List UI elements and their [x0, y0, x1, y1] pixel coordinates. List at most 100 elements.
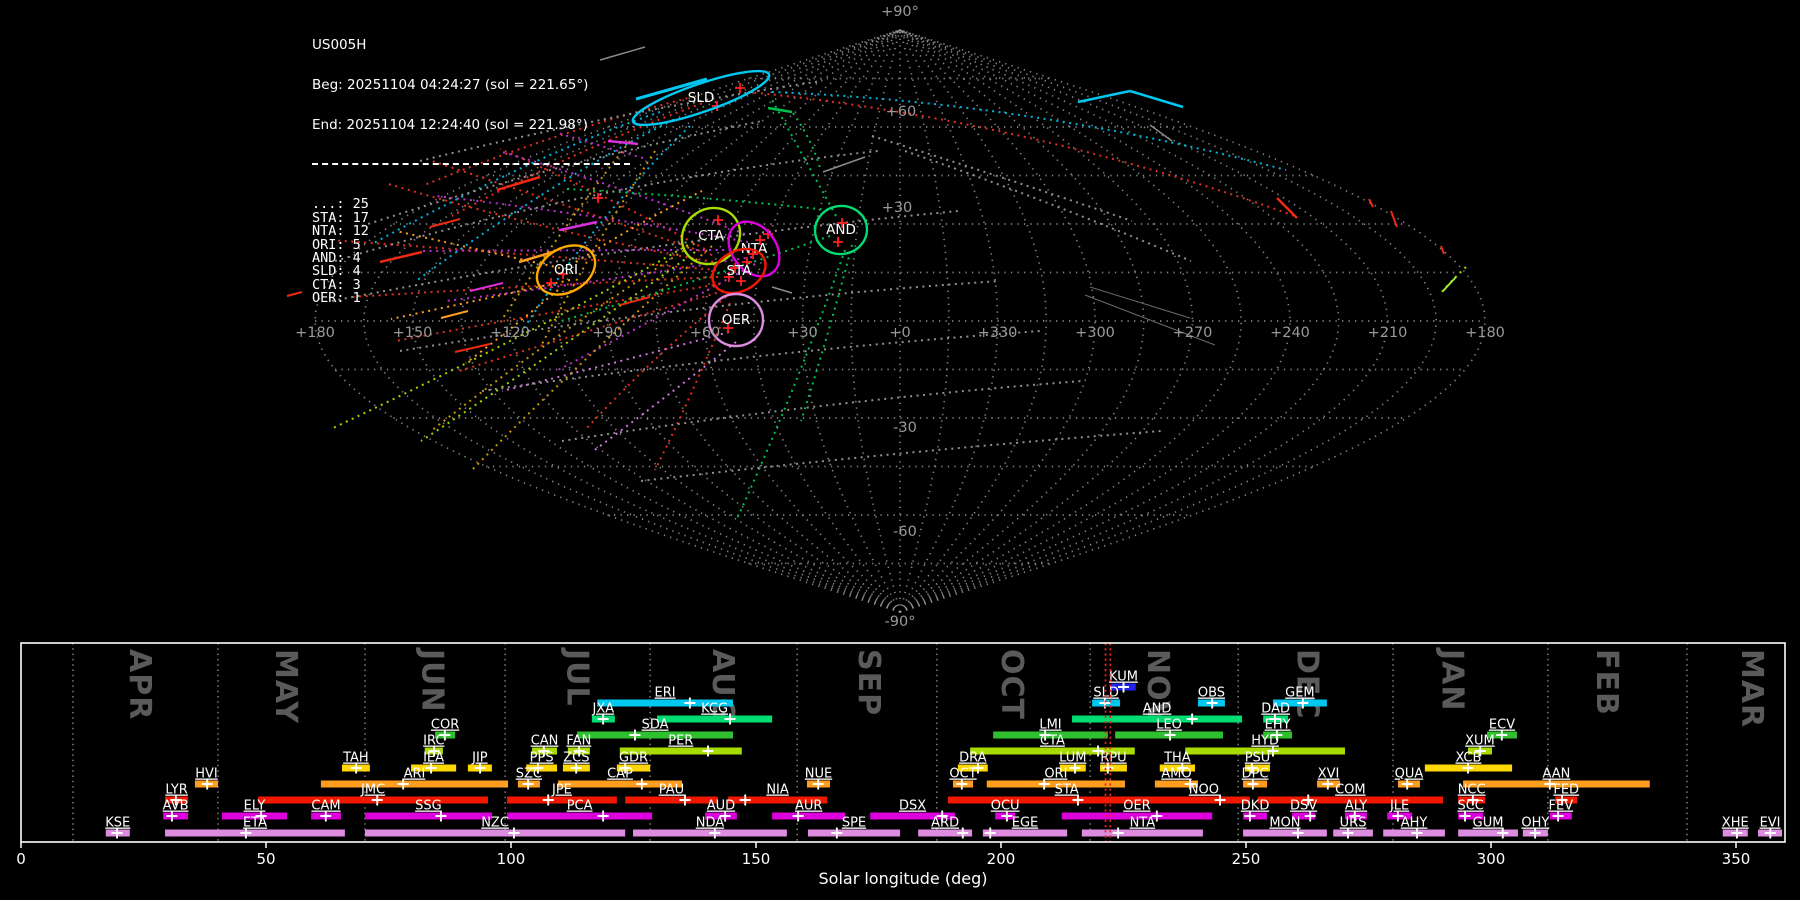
shower-label: QUA — [1395, 767, 1424, 782]
month-label: DEC — [1290, 649, 1325, 719]
meteor-trail — [591, 341, 737, 453]
shower-label: OHY — [1521, 816, 1549, 831]
shower-label: CAM — [311, 799, 340, 814]
shower-label: EGE — [1012, 816, 1039, 831]
shower-label: LUM — [1059, 751, 1086, 766]
shower-label: DRA — [959, 751, 987, 766]
shower-label: OBS — [1198, 686, 1225, 701]
month-label: SEP — [851, 649, 886, 716]
shower-label: RPU — [1100, 751, 1126, 766]
meteor-trail — [640, 430, 1162, 482]
shower-label: SSG — [415, 799, 442, 814]
shower-count-row: OER: 1 — [312, 290, 361, 307]
shower-label: NUE — [805, 767, 832, 782]
shower-label: AAN — [1542, 767, 1570, 782]
shower-label: PER — [668, 734, 693, 749]
map-lat-label: +60 — [886, 104, 917, 120]
shower-label: AMO — [1161, 767, 1191, 782]
map-lon-label: +240 — [1270, 325, 1310, 341]
shower-label: MON — [1269, 816, 1300, 831]
shower-label: JLE — [1389, 799, 1409, 814]
map-grid-meridian — [752, 29, 901, 613]
meteor-segment — [767, 106, 793, 114]
shower-label: ARI — [404, 767, 426, 782]
shower-label: XVI — [1318, 767, 1340, 782]
x-tick-label: 350 — [1722, 850, 1751, 868]
meteor-trail — [561, 380, 1083, 442]
shower-label: GDR — [619, 751, 648, 766]
shower-label: CAN — [531, 734, 559, 749]
shower-label: AVB — [163, 799, 189, 814]
shower-peak-marker — [984, 827, 996, 839]
header-station-id: US005H — [312, 36, 367, 53]
shower-label: GUM — [1473, 816, 1504, 831]
meteor-segment — [286, 291, 303, 297]
shower-label: XCB — [1455, 751, 1481, 766]
shower-label: SDA — [642, 718, 669, 733]
shower-label: ERI — [655, 686, 676, 701]
x-tick-label: 50 — [256, 850, 275, 868]
month-label: OCT — [994, 649, 1029, 720]
shower-label: LEO — [1156, 718, 1182, 733]
shower-label: LYR — [165, 783, 188, 798]
shower-bar-kcg — [657, 715, 773, 723]
shower-label: DSX — [899, 799, 926, 814]
shower-label: GEM — [1285, 686, 1315, 701]
shower-bar-aur — [772, 812, 846, 820]
map-grid-meridian — [899, 29, 1389, 613]
meteor-trail — [747, 91, 1296, 217]
map-lon-label: +300 — [1075, 325, 1115, 341]
shower-ellipse-label: STA — [726, 263, 752, 279]
x-tick-label: 0 — [16, 850, 26, 868]
meteor-segment — [1390, 210, 1398, 228]
map-lon-label: +30 — [787, 325, 818, 341]
shower-bar-pca — [507, 812, 653, 820]
map-lon-label: +60 — [690, 325, 721, 341]
month-label: MAR — [1734, 649, 1769, 728]
shower-ellipse-label: CTA — [698, 228, 725, 244]
header-separator — [312, 163, 630, 166]
shower-bar-noo — [1157, 796, 1250, 804]
x-tick-label: 200 — [987, 850, 1016, 868]
shower-label: ORI — [1044, 767, 1067, 782]
header-beg: Beg: 20251104 04:24:27 (sol = 221.65°) — [312, 77, 589, 94]
shower-ellipse-label: OER — [722, 312, 751, 328]
shower-count-list: ...: 25 STA: 17 NTA: 12 ORI: 5 AND: 4 SLD: 4C… — [312, 197, 630, 307]
shower-label: AUR — [795, 799, 822, 814]
shower-bar-ssg — [364, 812, 492, 820]
shower-label: FAN — [566, 734, 591, 749]
shower-label: THA — [1163, 751, 1191, 766]
shower-bar-eta — [165, 829, 345, 837]
shower-bar-nzc — [364, 829, 626, 837]
meteor-segment — [771, 286, 793, 294]
radiant-marker — [713, 215, 723, 225]
shower-label: EHY — [1265, 718, 1291, 733]
shower-bar-jpe — [507, 796, 617, 804]
shower-peak-marker — [702, 745, 714, 757]
map-lon-label: +0 — [889, 325, 910, 341]
shower-label: ALY — [1345, 799, 1367, 814]
shower-label: KCG — [701, 702, 728, 717]
shower-label: PAU — [659, 783, 684, 798]
meteor-trail — [904, 150, 1192, 262]
shower-label: IEA — [423, 751, 444, 766]
shower-label: CAP — [607, 767, 633, 782]
shower-label: NTA — [1130, 816, 1156, 831]
shower-label: DAD — [1261, 702, 1290, 717]
shower-label: TAH — [342, 751, 369, 766]
shower-label: STA — [1055, 783, 1079, 798]
shower-label: NZC — [481, 816, 509, 831]
shower-peak-marker — [831, 827, 843, 839]
meteor-trail — [481, 330, 1041, 392]
month-label: FEB — [1589, 649, 1624, 716]
map-grid-meridian — [899, 29, 1145, 613]
shower-label: NIA — [766, 783, 789, 798]
x-axis-title: Solar longitude (deg) — [819, 869, 988, 888]
map-lon-label: +270 — [1173, 325, 1213, 341]
map-lon-label: +210 — [1368, 325, 1408, 341]
meteor-segment — [1442, 276, 1457, 292]
x-tick-label: 100 — [497, 850, 526, 868]
shower-bar-spe — [807, 829, 901, 837]
header-end: End: 20251104 12:24:40 (sol = 221.98°) — [312, 117, 588, 134]
shower-label: CTA — [1040, 734, 1065, 749]
